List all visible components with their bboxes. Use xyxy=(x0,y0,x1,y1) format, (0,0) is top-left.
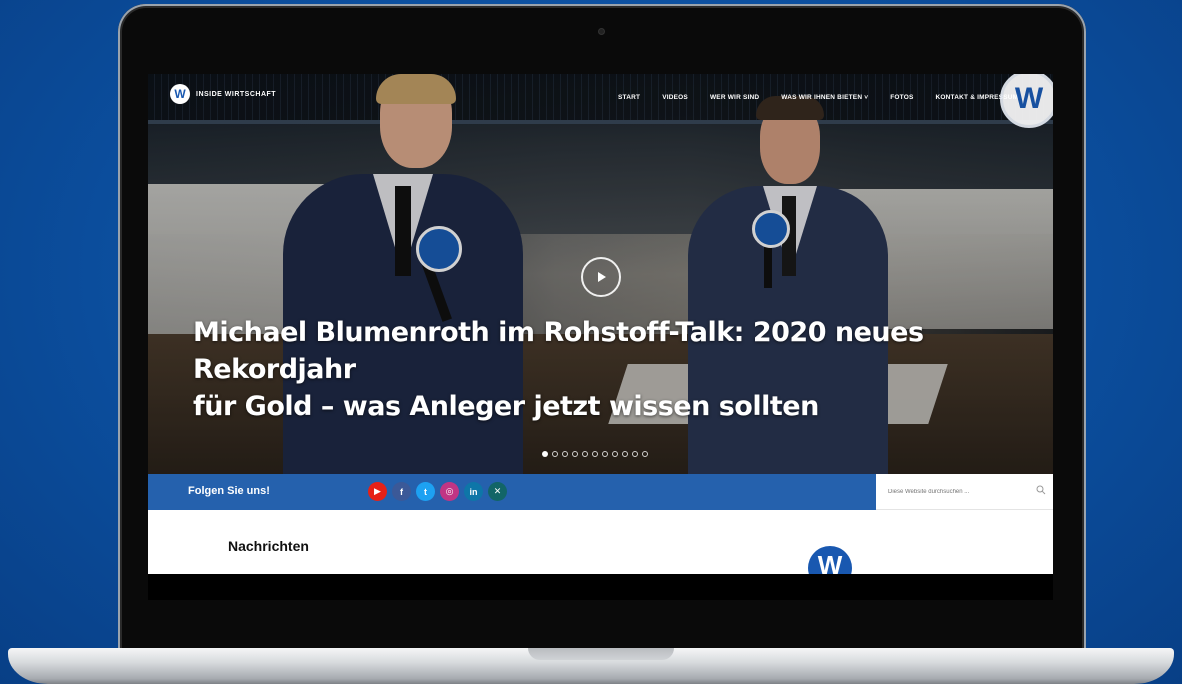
play-icon xyxy=(598,272,606,282)
corner-logo-icon: W xyxy=(1000,74,1053,128)
main-content: Nachrichten W xyxy=(148,510,1053,574)
hero-slider[interactable]: W INSIDE WIRTSCHAFT START VIDEOS WER WIR… xyxy=(148,74,1053,474)
laptop-base xyxy=(8,648,1174,684)
search-input[interactable] xyxy=(886,484,1030,500)
laptop-notch xyxy=(528,648,674,660)
twitter-icon[interactable]: t xyxy=(416,482,435,501)
instagram-icon[interactable]: ◎ xyxy=(440,482,459,501)
headline-line-1: Michael Blumenroth im Rohstoff-Talk: 202… xyxy=(193,317,924,385)
section-title: Nachrichten xyxy=(228,538,309,554)
slider-dot[interactable] xyxy=(542,451,548,457)
nav-videos[interactable]: VIDEOS xyxy=(662,94,688,101)
logo-text: INSIDE WIRTSCHAFT xyxy=(196,90,277,98)
slider-dot[interactable] xyxy=(582,451,588,457)
facebook-icon[interactable]: f xyxy=(392,482,411,501)
browser-screen: W INSIDE WIRTSCHAFT START VIDEOS WER WIR… xyxy=(148,74,1053,574)
nav-start[interactable]: START xyxy=(618,94,640,101)
site-logo[interactable]: W INSIDE WIRTSCHAFT xyxy=(170,84,276,104)
xing-icon[interactable]: ✕ xyxy=(488,482,507,501)
play-button[interactable] xyxy=(581,257,621,297)
hero-headline[interactable]: Michael Blumenroth im Rohstoff-Talk: 202… xyxy=(193,314,1033,425)
linkedin-icon[interactable]: in xyxy=(464,482,483,501)
search-box xyxy=(876,474,1053,510)
slider-dot[interactable] xyxy=(642,451,648,457)
camera-dot xyxy=(598,28,605,35)
logo-icon: W xyxy=(170,84,190,104)
slider-dot[interactable] xyxy=(592,451,598,457)
slider-dot[interactable] xyxy=(602,451,608,457)
social-icons: ▶ f t ◎ in ✕ xyxy=(368,482,507,501)
nav-fotos[interactable]: FOTOS xyxy=(890,94,913,101)
nav-was-wir-ihnen-bieten[interactable]: WAS WIR IHNEN BIETEN ˅ xyxy=(781,94,868,101)
slider-dot[interactable] xyxy=(622,451,628,457)
slider-dot[interactable] xyxy=(562,451,568,457)
slider-dots xyxy=(542,451,648,457)
follow-label: Folgen Sie uns! xyxy=(188,485,270,497)
nav-wer-wir-sind[interactable]: WER WIR SIND xyxy=(710,94,759,101)
search-icon[interactable] xyxy=(1036,485,1046,495)
slider-dot[interactable] xyxy=(612,451,618,457)
main-nav: START VIDEOS WER WIR SIND WAS WIR IHNEN … xyxy=(618,94,1018,101)
content-logo-icon: W xyxy=(808,546,852,574)
headline-line-2: für Gold – was Anleger jetzt wissen soll… xyxy=(193,391,819,422)
slider-dot[interactable] xyxy=(572,451,578,457)
youtube-icon[interactable]: ▶ xyxy=(368,482,387,501)
slider-dot[interactable] xyxy=(552,451,558,457)
slider-dot[interactable] xyxy=(632,451,638,457)
screen-bezel xyxy=(148,574,1053,600)
